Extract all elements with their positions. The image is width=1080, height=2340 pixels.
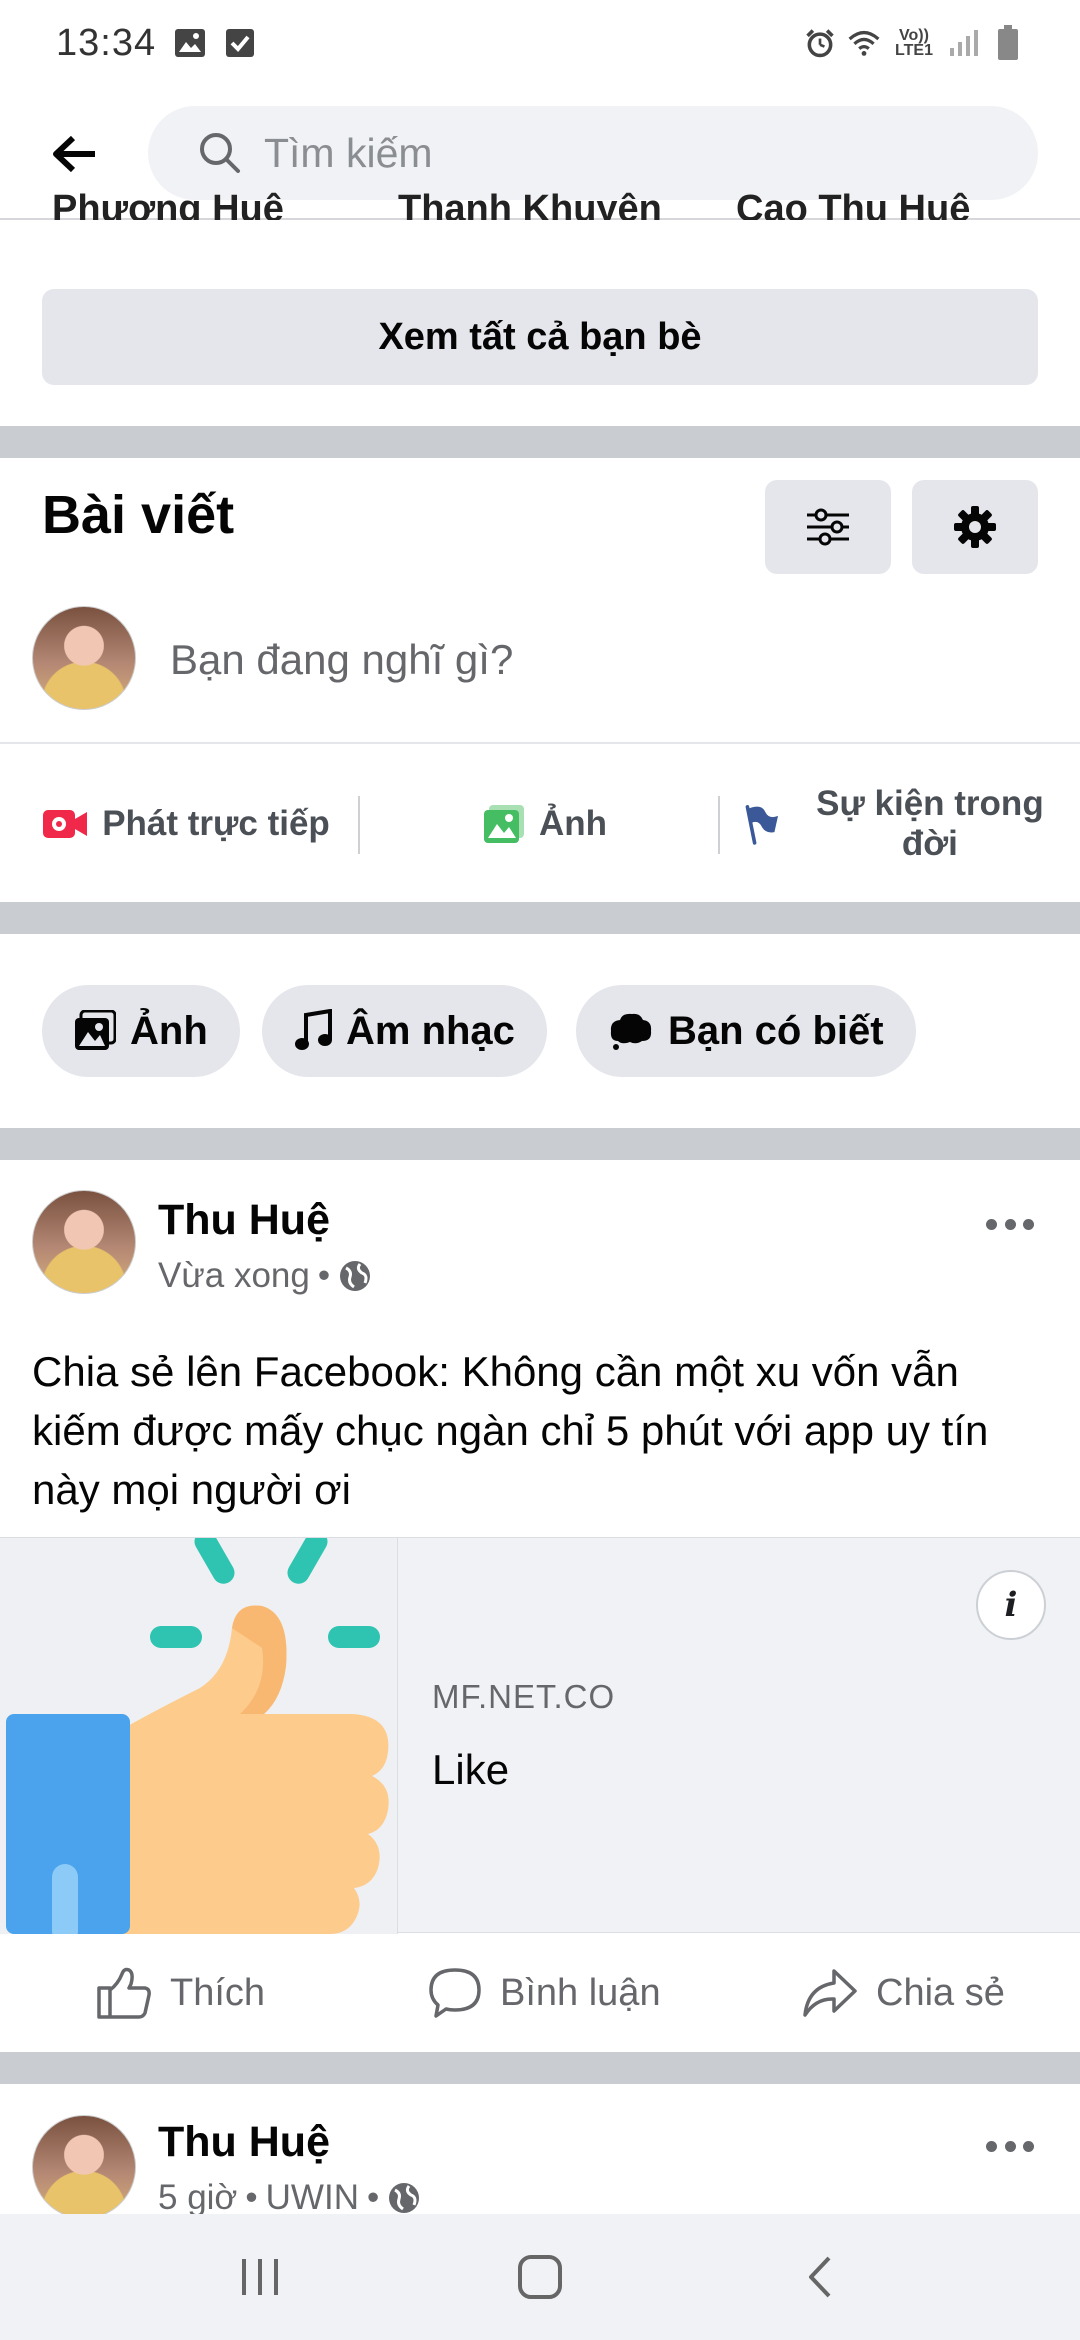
link-domain: MF.NET.CO: [432, 1678, 616, 1715]
share-icon: [803, 1969, 857, 2017]
chip-music-label: Âm nhạc: [346, 1008, 515, 1053]
chip-photos-label: Ảnh: [130, 1008, 208, 1053]
speech-bubble-icon: [610, 1013, 652, 1050]
post-more-button[interactable]: [980, 1204, 1040, 1244]
filter-posts-button[interactable]: [765, 480, 891, 574]
search-icon: [200, 133, 240, 173]
system-nav-bar: [0, 2214, 1080, 2340]
post-more-button[interactable]: [980, 2126, 1040, 2166]
chip-did-you-know-label: Bạn có biết: [668, 1008, 884, 1053]
search-input[interactable]: Tìm kiếm: [148, 106, 1038, 200]
friend-name[interactable]: Thanh Khuyên: [398, 188, 662, 220]
more-dot-icon: [1023, 2140, 1034, 2152]
globe-icon: [340, 1261, 371, 1291]
search-placeholder: Tìm kiếm: [264, 129, 433, 176]
post-meta: Vừa xong •: [158, 1256, 372, 1296]
comment-icon: [429, 1968, 481, 2018]
see-all-friends-button[interactable]: Xem tất cả bạn bè: [42, 289, 1038, 385]
meta-separator: •: [366, 2178, 380, 2214]
live-video-button[interactable]: Phát trực tiếp: [36, 744, 336, 904]
photo-icon: [75, 1010, 116, 1050]
comment-label: Bình luận: [500, 1971, 661, 2014]
more-dot-icon: [1023, 1218, 1034, 1230]
globe-icon: [389, 2183, 420, 2213]
home-button[interactable]: [495, 2232, 585, 2322]
post-author-name[interactable]: Thu Huệ: [158, 2118, 330, 2167]
photo-button[interactable]: Ảnh: [380, 744, 710, 904]
link-title: Like: [432, 1746, 510, 1793]
gear-icon: [954, 506, 996, 548]
profile-feed[interactable]: Xem tất cả bạn bè Bài viết Bạn đang nghĩ…: [0, 222, 1080, 2214]
meta-separator: •: [317, 1256, 331, 1295]
chip-photos[interactable]: Ảnh: [42, 985, 240, 1077]
battery-icon: [992, 25, 1024, 60]
share-label: Chia sẻ: [876, 1971, 1005, 2014]
live-video-label: Phát trực tiếp: [102, 804, 330, 843]
post-actions: Thích Bình luận Chia sẻ: [0, 1934, 1080, 2052]
friend-name[interactable]: Cao Thu Huệ: [736, 188, 970, 220]
like-label: Thích: [170, 1971, 266, 2014]
post-settings-button[interactable]: [912, 480, 1038, 574]
more-dot-icon: [1004, 2140, 1016, 2152]
thumbs-up-icon: [97, 1967, 151, 2019]
chip-did-you-know[interactable]: Bạn có biết: [576, 985, 916, 1077]
recent-apps-button[interactable]: [215, 2232, 305, 2322]
info-button[interactable]: i: [976, 1570, 1046, 1640]
link-preview[interactable]: MF.NET.CO Like i: [0, 1537, 1080, 1934]
post-time[interactable]: Vừa xong: [158, 1256, 310, 1296]
post-author-avatar[interactable]: [32, 1190, 136, 1294]
friend-name[interactable]: Phương Huệ: [52, 188, 284, 220]
comment-button[interactable]: Bình luận: [428, 1934, 661, 2052]
music-note-icon: [295, 1009, 332, 1050]
back-button[interactable]: [44, 124, 104, 184]
composer-avatar[interactable]: [32, 606, 136, 710]
post-text: Chia sẻ lên Facebook: Không cần một xu v…: [32, 1348, 989, 1513]
more-dot-icon: [986, 2140, 997, 2152]
life-event-button[interactable]: Sự kiện trong đời: [742, 744, 1062, 904]
filter-sliders-icon: [807, 508, 849, 546]
post-meta: 5 giờ • UWIN •: [158, 2178, 421, 2214]
photo-icon: [483, 805, 524, 843]
gallery-notification-icon: [174, 27, 206, 59]
more-dot-icon: [986, 1218, 997, 1230]
network-label: Vo)) LTE1: [895, 27, 933, 59]
chip-music[interactable]: Âm nhạc: [262, 985, 547, 1077]
composer-input[interactable]: Bạn đang nghĩ gì?: [170, 636, 513, 684]
post-time[interactable]: 5 giờ: [158, 2178, 237, 2214]
link-preview-image: [0, 1538, 398, 1934]
chevron-left-icon: [809, 2256, 831, 2298]
post-author-avatar[interactable]: [32, 2115, 136, 2214]
share-button[interactable]: Chia sẻ: [802, 1934, 1005, 2052]
thumbs-up-illustration-icon: [6, 1538, 389, 1934]
section-divider: [0, 902, 1080, 934]
section-divider: [0, 2052, 1080, 2084]
friends-peek: Phương Huệ Thanh Khuyên Cao Thu Huệ: [0, 188, 1080, 220]
status-bar: 13:34 Vo)) LTE1: [0, 0, 1080, 86]
recent-apps-icon: [242, 2259, 278, 2295]
wifi-icon: [848, 27, 880, 59]
action-divider: [358, 796, 360, 854]
signal-icon: [948, 27, 980, 59]
post-author-name[interactable]: Thu Huệ: [158, 1196, 330, 1245]
like-button[interactable]: Thích: [96, 1934, 265, 2052]
post-app[interactable]: UWIN: [266, 2178, 359, 2214]
back-arrow-icon: [53, 135, 95, 173]
action-divider: [718, 796, 720, 854]
system-back-button[interactable]: [775, 2232, 865, 2322]
more-dot-icon: [1004, 1218, 1016, 1230]
live-video-icon: [43, 810, 88, 838]
section-divider: [0, 426, 1080, 458]
checkbox-notification-icon: [224, 27, 256, 59]
status-time: 13:34: [56, 21, 157, 64]
posts-section-title: Bài viết: [42, 485, 235, 545]
flag-icon: [745, 805, 779, 845]
alarm-icon: [804, 27, 836, 59]
photo-label: Ảnh: [538, 804, 608, 843]
life-event-label: Sự kiện trong đời: [816, 784, 1044, 863]
composer-actions: Phát trực tiếp Ảnh Sự kiện trong đời: [0, 742, 1080, 902]
section-divider: [0, 1128, 1080, 1160]
meta-separator: •: [245, 2178, 258, 2214]
home-icon: [518, 2255, 562, 2299]
